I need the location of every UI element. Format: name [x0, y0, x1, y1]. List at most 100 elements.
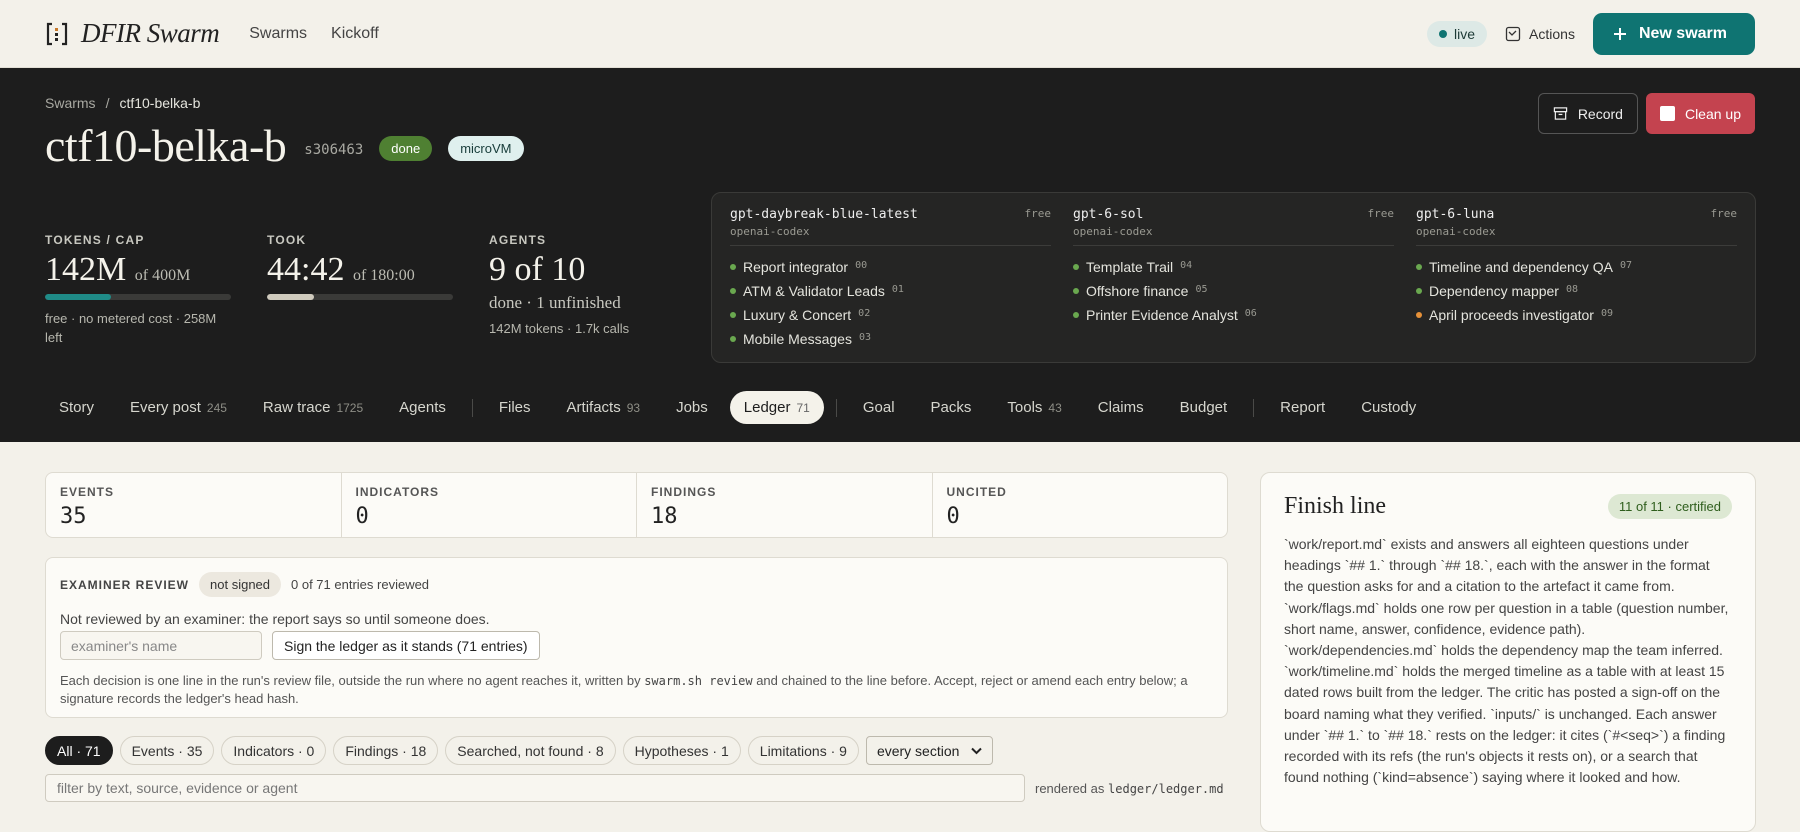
agent-num: 05: [1195, 283, 1208, 295]
stat-value: 142M of 400M: [45, 251, 267, 289]
ledger-search-input[interactable]: filter by text, source, evidence or agen…: [45, 774, 1025, 802]
tab-label: Report: [1280, 399, 1326, 416]
tab-artifacts[interactable]: Artifacts 93: [553, 391, 655, 424]
agent-status-dot: [1073, 288, 1079, 294]
top-actions: live Actions New swarm: [1427, 0, 1755, 68]
cleanup-button[interactable]: Clean up: [1645, 93, 1755, 134]
model-name: gpt-6-sol: [1073, 207, 1144, 222]
rendered-prefix: rendered as: [1035, 780, 1105, 796]
filter-limitations[interactable]: Limitations · 9: [747, 736, 859, 765]
filter-hypotheses[interactable]: Hypotheses · 1: [622, 736, 741, 765]
stat-tokens: TOKENS / CAP 142M of 400M free · no mete…: [45, 233, 267, 347]
agents-value: 9 of 10: [489, 251, 586, 288]
review-status-badge: not signed: [199, 572, 282, 597]
filter-all[interactable]: All · 71: [45, 736, 113, 765]
agent-num: 03: [858, 331, 871, 343]
filter-findings[interactable]: Findings · 18: [333, 736, 439, 765]
agent-label: ATM & Validator Leads: [743, 283, 885, 299]
brackets-logo-icon: [46, 22, 68, 45]
sign-form: examiner's name Sign the ledger as it st…: [60, 631, 1213, 660]
filter-indicators[interactable]: Indicators · 0: [221, 736, 327, 765]
nav-kickoff[interactable]: Kickoff: [331, 25, 379, 43]
model-header: gpt-6-sol openai-codex free: [1073, 207, 1394, 246]
model-column: gpt-6-luna openai-codex free Timeline and…: [1416, 207, 1737, 348]
tab-raw-trace[interactable]: Raw trace 1725: [249, 391, 377, 424]
stat-agents: AGENTS 9 of 10 done · 1 unfinished 142M …: [489, 233, 711, 347]
sign-ledger-button[interactable]: Sign the ledger as it stands (71 entries…: [272, 631, 540, 660]
tab-packs[interactable]: Packs: [917, 391, 986, 424]
agent-item[interactable]: Template Trail 04: [1073, 255, 1394, 279]
record-button[interactable]: Record: [1537, 93, 1638, 134]
section-select[interactable]: every section: [865, 736, 994, 765]
actions-icon: [1505, 26, 1521, 42]
agent-status-dot: [1073, 312, 1079, 318]
tab-files[interactable]: Files: [485, 391, 545, 424]
tab-every-post[interactable]: Every post 245: [116, 391, 241, 424]
kpi-uncited: UNCITED 0: [933, 473, 1228, 537]
certified-badge: 11 of 11 · certified: [1607, 494, 1732, 519]
agent-list: Report integrator 00 ATM & Validator Lead…: [730, 255, 1051, 351]
agent-status-dot: [1416, 264, 1422, 270]
review-count: 0 of 71 entries reviewed: [291, 577, 430, 592]
agent-item[interactable]: Offshore finance 05: [1073, 279, 1394, 303]
tab-divider: [471, 398, 473, 417]
agent-list: Timeline and dependency QA 07 Dependency …: [1416, 255, 1737, 327]
agent-label: Offshore finance: [1086, 283, 1189, 299]
kpi-value: 35: [60, 504, 87, 529]
live-dot-icon: [1439, 30, 1448, 38]
tab-jobs[interactable]: Jobs: [662, 391, 722, 424]
agents-sub2: 142M tokens · 1.7k calls: [489, 321, 630, 336]
filter-searched-not-found[interactable]: Searched, not found · 8: [445, 736, 616, 765]
tab-label: Claims: [1097, 399, 1144, 416]
tab-label: Tools: [1007, 399, 1043, 416]
agent-label: Template Trail: [1086, 259, 1174, 275]
brand[interactable]: DFIR Swarm: [45, 18, 220, 49]
agent-item[interactable]: Dependency mapper 08: [1416, 279, 1737, 303]
breadcrumb-current: ctf10-belka-b: [119, 95, 201, 111]
tab-custody[interactable]: Custody: [1347, 391, 1430, 424]
rendered-as: rendered as ledger/ledger.md: [1035, 781, 1224, 796]
tab-bar: Story Every post 245 Raw trace 1725 Agents…: [45, 391, 1438, 424]
agent-num: 08: [1565, 283, 1579, 295]
tab-goal[interactable]: Goal: [849, 391, 909, 424]
actions-button[interactable]: Actions: [1505, 26, 1575, 42]
agent-num: 07: [1619, 259, 1632, 271]
agent-item[interactable]: Timeline and dependency QA 07: [1416, 255, 1737, 279]
tab-tools[interactable]: Tools 43: [993, 391, 1075, 424]
tab-ledger[interactable]: Ledger 71: [729, 391, 824, 424]
tab-count: 1725: [336, 400, 364, 415]
model-name: gpt-6-luna: [1416, 207, 1495, 222]
tab-agents[interactable]: Agents: [385, 391, 460, 424]
tab-report[interactable]: Report: [1266, 391, 1339, 424]
agent-item[interactable]: Printer Evidence Analyst 06: [1073, 303, 1394, 327]
chevron-down-icon: [971, 747, 983, 754]
agent-status-dot: [1073, 264, 1079, 270]
nav-swarms[interactable]: Swarms: [249, 25, 307, 43]
tab-label: Ledger: [743, 399, 791, 416]
examiner-name-input[interactable]: examiner's name: [60, 631, 262, 660]
agent-item[interactable]: April proceeds investigator 09: [1416, 303, 1737, 327]
agent-item[interactable]: Mobile Messages 03: [730, 327, 1051, 351]
tab-claims[interactable]: Claims: [1084, 391, 1158, 424]
stat-value: 44:42 of 180:00: [267, 251, 489, 289]
kpi-value: 0: [355, 504, 369, 529]
agent-item[interactable]: Luxury & Concert 02: [730, 303, 1051, 327]
agent-item[interactable]: Report integrator 00: [730, 255, 1051, 279]
filter-events[interactable]: Events · 35: [119, 736, 215, 765]
tokens-progress-bar: [45, 294, 231, 300]
stop-square-icon: [1659, 106, 1675, 121]
tokens-sub: free · no metered cost · 258M left: [45, 311, 217, 345]
kpi-label: FINDINGS: [651, 485, 717, 499]
agent-label: Timeline and dependency QA: [1429, 259, 1613, 275]
tab-story[interactable]: Story: [45, 391, 108, 424]
title-row: ctf10-belka-b s306463 done microVM: [45, 119, 1755, 172]
tab-count: 71: [796, 400, 810, 415]
agent-status-dot: [730, 264, 736, 270]
breadcrumb-swarms[interactable]: Swarms: [45, 95, 96, 111]
section-select-value: every section: [876, 742, 960, 759]
tab-budget[interactable]: Budget: [1166, 391, 1242, 424]
agent-item[interactable]: ATM & Validator Leads 01: [730, 279, 1051, 303]
kpi-events: EVENTS 35: [46, 473, 342, 537]
new-swarm-button[interactable]: New swarm: [1592, 13, 1755, 55]
stat-took: TOOK 44:42 of 180:00: [267, 233, 489, 347]
